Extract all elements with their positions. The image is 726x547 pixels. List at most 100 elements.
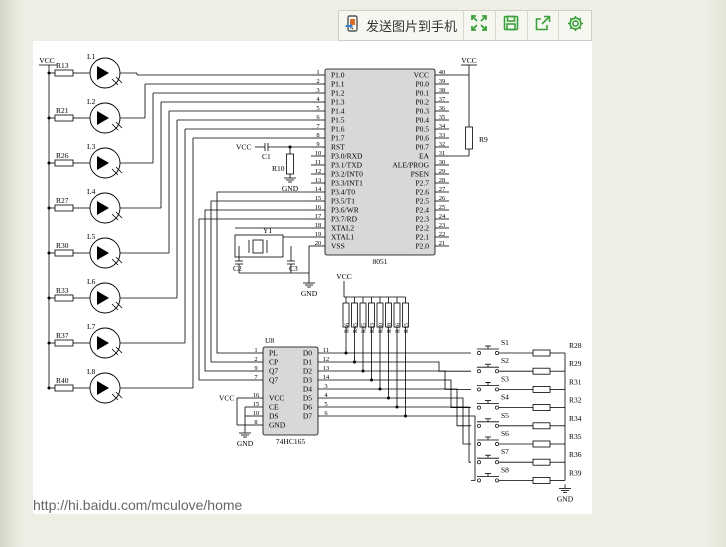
- mcu-pin-number: 12: [315, 168, 322, 175]
- mcu-pin-number: 24: [439, 213, 446, 220]
- mcu-pin-name: P2.2: [415, 224, 429, 233]
- mcu-pin-name: PSEN: [411, 170, 430, 179]
- resistor-label: R35: [569, 432, 582, 441]
- capacitor-label: C1: [262, 152, 271, 161]
- resistor-label: R34: [569, 414, 582, 423]
- mcu-pin-name: P3.6/WR: [331, 206, 359, 215]
- send-to-phone-button[interactable]: 发送图片到手机: [339, 11, 464, 40]
- switch-resistor: [532, 458, 551, 466]
- shift-pin-name: CP: [269, 358, 278, 367]
- switch-label: S2: [501, 356, 509, 365]
- switch-contact: [477, 478, 481, 483]
- mcu-pin-number: 22: [439, 231, 446, 238]
- shift-pin-name: D3: [303, 376, 312, 385]
- mcu-pin-number: 32: [439, 141, 446, 148]
- shift-pin-number: 11: [323, 347, 329, 354]
- circuit-schematic: 80511 P1.02 P1.13 P1.24 P1.35 P1.46 P1.57 P1.68…: [39, 52, 582, 503]
- pullup-label: R20: [379, 323, 385, 333]
- junction-dot: [47, 161, 51, 165]
- mcu-pin-number: 39: [439, 78, 446, 85]
- mcu-pin-name: XTAL2: [331, 224, 354, 233]
- settings-button[interactable]: [559, 11, 591, 40]
- switch-resistor: [532, 349, 551, 357]
- mcu-pin-number: 17: [315, 213, 322, 220]
- switch-resistor: [532, 422, 551, 430]
- phone-send-icon: [345, 15, 361, 36]
- led-label: L4: [87, 187, 96, 196]
- crystal-y1: [252, 239, 264, 254]
- pullup-label: R18: [387, 323, 393, 333]
- resistor-label: R33: [56, 286, 69, 295]
- led-resistor: [54, 384, 74, 392]
- shift-pin-name: Q7: [269, 376, 278, 385]
- resistor-label: R39: [569, 468, 582, 477]
- mcu-pin-number: 20: [315, 240, 322, 247]
- send-to-phone-label: 发送图片到手机: [365, 19, 457, 34]
- mcu-pin-number: 40: [439, 69, 446, 76]
- mcu-pin-name: P1.7: [331, 134, 345, 143]
- shift-pin-number: 9: [254, 365, 257, 372]
- junction-dot: [47, 206, 51, 210]
- junction-dot: [353, 360, 356, 364]
- image-toolbar: 发送图片到手机: [338, 10, 592, 41]
- junction-dot: [361, 369, 365, 373]
- mcu-pin-name: P3.0/RXD: [331, 152, 363, 161]
- mcu-pin-name: P2.1: [415, 233, 429, 242]
- switch-contact: [495, 369, 499, 374]
- shift-pin-number: 15: [253, 401, 260, 408]
- fullscreen-icon: [471, 15, 488, 36]
- mcu-pin-number: 21: [439, 240, 446, 247]
- junction-dot: [404, 414, 407, 418]
- mcu-pin-name: P3.7/RD: [331, 215, 358, 224]
- mcu-name: 8051: [373, 257, 388, 266]
- switch-contact: [477, 460, 481, 465]
- resistor-r9: [465, 126, 473, 150]
- capacitor-label: C3: [289, 264, 298, 273]
- resistor-label: R40: [56, 376, 69, 385]
- gnd-label: GND: [557, 494, 574, 503]
- resistor-label: R9: [479, 135, 488, 144]
- mcu-pin-name: P2.3: [415, 215, 429, 224]
- mcu-pin-name: P1.3: [331, 98, 345, 107]
- mcu-pin-name: P0.3: [415, 107, 429, 116]
- switch-contact: [495, 351, 499, 355]
- mcu-pin-name: RST: [331, 143, 345, 152]
- switch-label: S1: [501, 338, 509, 347]
- mcu-pin-name: P3.2/INT0: [331, 170, 363, 179]
- junction-dot: [47, 296, 51, 300]
- share-button[interactable]: [528, 11, 560, 40]
- mcu-pin-number: 14: [315, 186, 322, 193]
- shift-pin-name: D5: [303, 394, 312, 403]
- fullscreen-button[interactable]: [464, 11, 496, 40]
- vcc-label: VCC: [336, 272, 351, 281]
- resistor-label: R30: [56, 241, 69, 250]
- led-resistor: [54, 69, 74, 77]
- led-label: L6: [87, 277, 96, 286]
- switch-contact: [477, 351, 481, 355]
- resistor-label: R31: [569, 377, 582, 386]
- switch-label: S4: [501, 393, 509, 402]
- mcu-pin-name: P1.4: [331, 107, 345, 116]
- junction-dot: [47, 251, 51, 255]
- switch-resistor: [532, 367, 551, 375]
- capacitor-label: C2: [233, 264, 242, 273]
- mcu-pin-number: 11: [315, 159, 321, 166]
- pullup-label: R15: [404, 323, 410, 333]
- mcu-pin-number: 34: [439, 123, 446, 130]
- mcu-pin-number: 31: [439, 150, 446, 157]
- image-watermark: http://hi.baidu.com/mculove/home: [33, 497, 243, 513]
- switch-resistor: [532, 476, 551, 484]
- mcu-pin-name: P1.0: [331, 71, 345, 80]
- mcu-pin-name: P3.3/INT1: [331, 179, 363, 188]
- resistor-label: R37: [56, 331, 69, 340]
- shift-pin-name: VCC: [269, 394, 284, 403]
- save-button[interactable]: [496, 11, 528, 40]
- shift-pin-name: DS: [269, 412, 279, 421]
- junction-dot: [378, 387, 382, 391]
- led-resistor: [54, 159, 74, 167]
- junction-dot: [370, 378, 373, 382]
- mcu-pin-number: 37: [439, 96, 446, 103]
- mcu-pin-name: EA: [419, 152, 430, 161]
- mcu-pin-number: 10: [315, 150, 322, 157]
- switch-resistor: [532, 404, 551, 412]
